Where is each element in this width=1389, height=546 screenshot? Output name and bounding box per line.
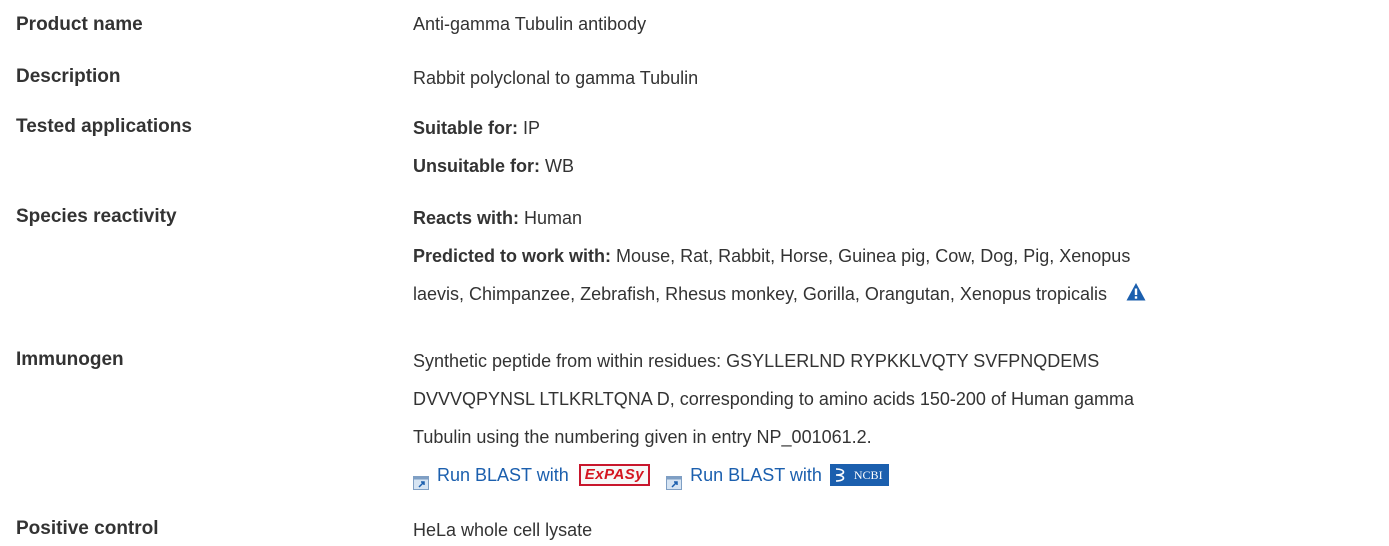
positive-control-label: Positive control — [16, 518, 159, 539]
suitable-value: IP — [523, 118, 541, 138]
reacts-with-line: Reacts with: Human — [413, 202, 1373, 234]
reacts-with-value: Human — [524, 208, 583, 228]
immunogen-value: Synthetic peptide from within residues: … — [413, 345, 1373, 491]
blast-links: Run BLAST with ExPASy Run BLAST with NCB… — [413, 459, 1373, 491]
immunogen-line-3: Tubulin using the numbering given in ent… — [413, 427, 872, 447]
description-label: Description — [16, 66, 121, 87]
ncbi-logo: NCBI — [829, 464, 889, 486]
suitable-label: Suitable for: — [413, 118, 519, 138]
tested-applications-value: Suitable for: IP Unsuitable for: WB — [413, 112, 1373, 182]
predicted-line: Predicted to work with: Mouse, Rat, Rabb… — [413, 240, 1373, 272]
immunogen-line-1: Synthetic peptide from within residues: … — [413, 351, 1100, 371]
expasy-logo: ExPASy — [578, 464, 651, 486]
predicted-value-line2: laevis, Chimpanzee, Zebrafish, Rhesus mo… — [413, 284, 1108, 304]
tested-applications-label: Tested applications — [16, 116, 192, 137]
unsuitable-line: Unsuitable for: WB — [413, 150, 1373, 182]
positive-control-value: HeLa whole cell lysate — [413, 520, 593, 540]
reacts-with-label: Reacts with: — [413, 208, 520, 228]
predicted-line-2: laevis, Chimpanzee, Zebrafish, Rhesus mo… — [413, 278, 1373, 310]
run-blast-ncbi-link[interactable]: Run BLAST with NCBI — [666, 459, 889, 491]
external-link-icon — [666, 468, 683, 490]
unsuitable-value: WB — [545, 156, 575, 176]
species-reactivity-value: Reacts with: Human Predicted to work wit… — [413, 202, 1373, 310]
unsuitable-label: Unsuitable for: — [413, 156, 541, 176]
immunogen-line-2: DVVVQPYNSL LTLKRLTQNA D, corresponding t… — [413, 389, 1135, 409]
species-reactivity-label: Species reactivity — [16, 206, 177, 227]
immunogen-label: Immunogen — [16, 349, 124, 370]
predicted-label: Predicted to work with: — [413, 246, 612, 266]
description-value: Rabbit polyclonal to gamma Tubulin — [413, 68, 699, 88]
product-name-value: Anti-gamma Tubulin antibody — [413, 14, 647, 34]
run-blast-ncbi-label: Run BLAST with — [690, 465, 822, 485]
suitable-line: Suitable for: IP — [413, 112, 1373, 144]
ncbi-helix-icon — [835, 468, 845, 482]
warning-triangle-icon[interactable] — [1126, 280, 1146, 301]
product-name-label: Product name — [16, 14, 143, 35]
external-link-icon — [413, 468, 429, 490]
run-blast-expasy-label: Run BLAST with — [437, 465, 569, 485]
run-blast-expasy-link[interactable]: Run BLAST with ExPASy — [413, 459, 651, 491]
predicted-value-line1: Mouse, Rat, Rabbit, Horse, Guinea pig, C… — [616, 246, 1131, 266]
ncbi-logo-text: NCBI — [853, 468, 883, 482]
